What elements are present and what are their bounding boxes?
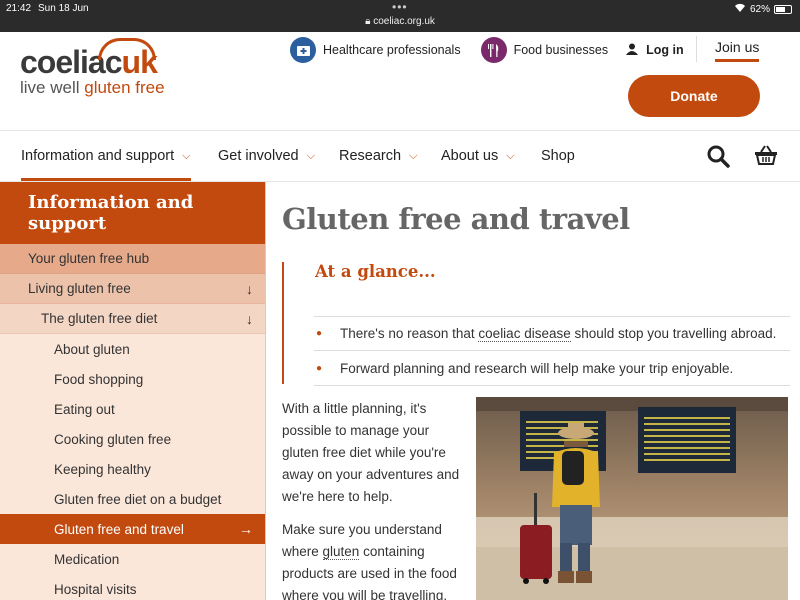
nav-label: About us bbox=[441, 148, 499, 164]
at-a-glance-title: At a glance... bbox=[315, 262, 436, 281]
chevron-down-icon: ⌵ bbox=[409, 149, 418, 162]
bullet-icon: ● bbox=[316, 362, 323, 374]
site-logo[interactable]: coeliacuk live well gluten free bbox=[20, 38, 165, 97]
second-paragraph: Make sure you understand where gluten co… bbox=[282, 519, 462, 600]
nav-information-support[interactable]: Information and support ⌵ bbox=[21, 131, 191, 181]
sidebar-item-cooking-gluten-free[interactable]: Cooking gluten free bbox=[0, 424, 265, 454]
basket-icon[interactable] bbox=[754, 143, 778, 167]
sidebar-item-label: Eating out bbox=[54, 401, 115, 417]
sidebar-item-label: About gluten bbox=[54, 341, 130, 357]
glance-list: ● There's no reason that coeliac disease… bbox=[314, 316, 790, 386]
sidebar-item-label: Gluten free diet on a budget bbox=[54, 491, 222, 507]
sidebar-item-label: Your gluten free hub bbox=[28, 251, 150, 266]
cutlery-icon bbox=[480, 37, 507, 63]
battery-percent: 62% bbox=[749, 4, 770, 15]
sidebar-item-gluten-free-diet[interactable]: The gluten free diet ↓ bbox=[0, 304, 265, 334]
sidebar-item-eating-out[interactable]: Eating out bbox=[0, 394, 265, 424]
wifi-icon bbox=[734, 3, 746, 16]
sidebar-item-hospital-visits[interactable]: Hospital visits bbox=[0, 574, 265, 600]
main-nav: Information and support ⌵ Get involved ⌵ R… bbox=[0, 130, 800, 182]
user-icon bbox=[626, 43, 639, 58]
nav-label: Get involved bbox=[218, 148, 299, 164]
gluten-link[interactable]: gluten bbox=[322, 544, 360, 560]
sidebar-item-label: Cooking gluten free bbox=[54, 431, 172, 447]
main-content: Gluten free and travel At a glance... ● … bbox=[282, 182, 792, 600]
sidebar-item-keeping-healthy[interactable]: Keeping healthy bbox=[0, 454, 265, 484]
status-bar: 21:42 Sun 18 Jun ••• 🔒︎ coeliac.org.uk 6… bbox=[0, 0, 800, 32]
login-label: Log in bbox=[646, 43, 684, 57]
arrow-down-icon: ↓ bbox=[246, 310, 253, 327]
sidebar-item-gluten-free-travel[interactable]: Gluten free and travel → bbox=[0, 514, 265, 544]
intro-paragraph: With a little planning, it's possible to… bbox=[282, 401, 460, 504]
status-time: 21:42 bbox=[6, 3, 32, 14]
join-us-link[interactable]: Join us bbox=[715, 39, 760, 62]
lock-icon: 🔒︎ bbox=[365, 16, 374, 27]
chevron-down-icon: ⌵ bbox=[182, 149, 191, 162]
list-item: ● There's no reason that coeliac disease… bbox=[314, 316, 790, 351]
sidebar-item-label: Hospital visits bbox=[54, 581, 137, 597]
sidebar-item-food-shopping[interactable]: Food shopping bbox=[0, 364, 265, 394]
healthcare-label: Healthcare professionals bbox=[323, 43, 461, 57]
login-link[interactable]: Log in bbox=[626, 43, 684, 58]
nav-label: Shop bbox=[541, 148, 575, 164]
status-date: Sun 18 Jun bbox=[38, 3, 89, 14]
sidebar-item-label: Food shopping bbox=[54, 371, 144, 387]
url-bar[interactable]: 🔒︎ coeliac.org.uk bbox=[0, 16, 800, 27]
sidebar-item-label: Medication bbox=[54, 551, 120, 567]
battery-icon bbox=[774, 5, 792, 14]
list-item: ● Forward planning and research will hel… bbox=[314, 351, 790, 386]
status-right: 62% bbox=[734, 3, 792, 16]
healthcare-link[interactable]: Healthcare professionals bbox=[290, 37, 461, 63]
bullet-text: should stop you travelling abroad. bbox=[570, 326, 777, 341]
logo-tagline: live well bbox=[20, 78, 85, 97]
more-dots-icon[interactable]: ••• bbox=[392, 0, 408, 14]
divider bbox=[696, 36, 697, 62]
logo-tagline-gf: gluten free bbox=[84, 78, 165, 97]
top-links: Healthcare professionals Food businesses… bbox=[290, 36, 684, 64]
arrow-down-icon: ↓ bbox=[246, 280, 253, 297]
nav-label: Research bbox=[339, 148, 402, 164]
url-text: coeliac.org.uk bbox=[373, 16, 435, 27]
sidebar-item-about-gluten[interactable]: About gluten bbox=[0, 334, 265, 364]
nav-label: Information and support bbox=[21, 148, 175, 164]
sidebar-title[interactable]: Information and support bbox=[0, 182, 265, 244]
nav-research[interactable]: Research ⌵ bbox=[339, 131, 417, 181]
site-header: coeliacuk live well gluten free Healthca… bbox=[0, 32, 800, 130]
sidebar-item-label: Gluten free and travel bbox=[54, 521, 184, 537]
bullet-text: Forward planning and research will help … bbox=[340, 360, 734, 376]
bullet-icon: ● bbox=[316, 328, 323, 339]
sidebar-item-diet-on-budget[interactable]: Gluten free diet on a budget bbox=[0, 484, 265, 514]
medical-bag-icon bbox=[290, 37, 316, 63]
bullet-text: There's no reason that bbox=[340, 326, 479, 341]
sidebar-item-label: The gluten free diet bbox=[41, 311, 158, 326]
food-business-link[interactable]: Food businesses bbox=[480, 37, 609, 63]
sidebar-item-medication[interactable]: Medication bbox=[0, 544, 265, 574]
food-business-label: Food businesses bbox=[513, 43, 609, 57]
sidebar-item-living-gluten-free[interactable]: Living gluten free ↓ bbox=[0, 274, 265, 304]
page-title: Gluten free and travel bbox=[282, 202, 630, 236]
donate-button[interactable]: Donate bbox=[628, 75, 760, 117]
arrow-right-icon: → bbox=[239, 521, 253, 537]
chevron-down-icon: ⌵ bbox=[506, 149, 515, 162]
nav-about-us[interactable]: About us ⌵ bbox=[441, 131, 515, 181]
chevron-down-icon: ⌵ bbox=[306, 149, 315, 162]
airport-traveller-photo bbox=[476, 397, 788, 600]
nav-shop[interactable]: Shop bbox=[541, 131, 575, 181]
nav-get-involved[interactable]: Get involved ⌵ bbox=[218, 131, 315, 181]
search-icon[interactable] bbox=[706, 144, 730, 168]
sidebar-item-label: Living gluten free bbox=[28, 281, 131, 296]
coeliac-disease-link[interactable]: coeliac disease bbox=[478, 326, 571, 342]
at-a-glance-box: At a glance... ● There's no reason that … bbox=[282, 262, 790, 386]
section-sidebar: Information and support Your gluten free… bbox=[0, 182, 266, 600]
sidebar-item-label: Keeping healthy bbox=[54, 461, 151, 477]
logo-arc bbox=[98, 38, 156, 60]
sidebar-item-gluten-free-hub[interactable]: Your gluten free hub bbox=[0, 244, 265, 274]
